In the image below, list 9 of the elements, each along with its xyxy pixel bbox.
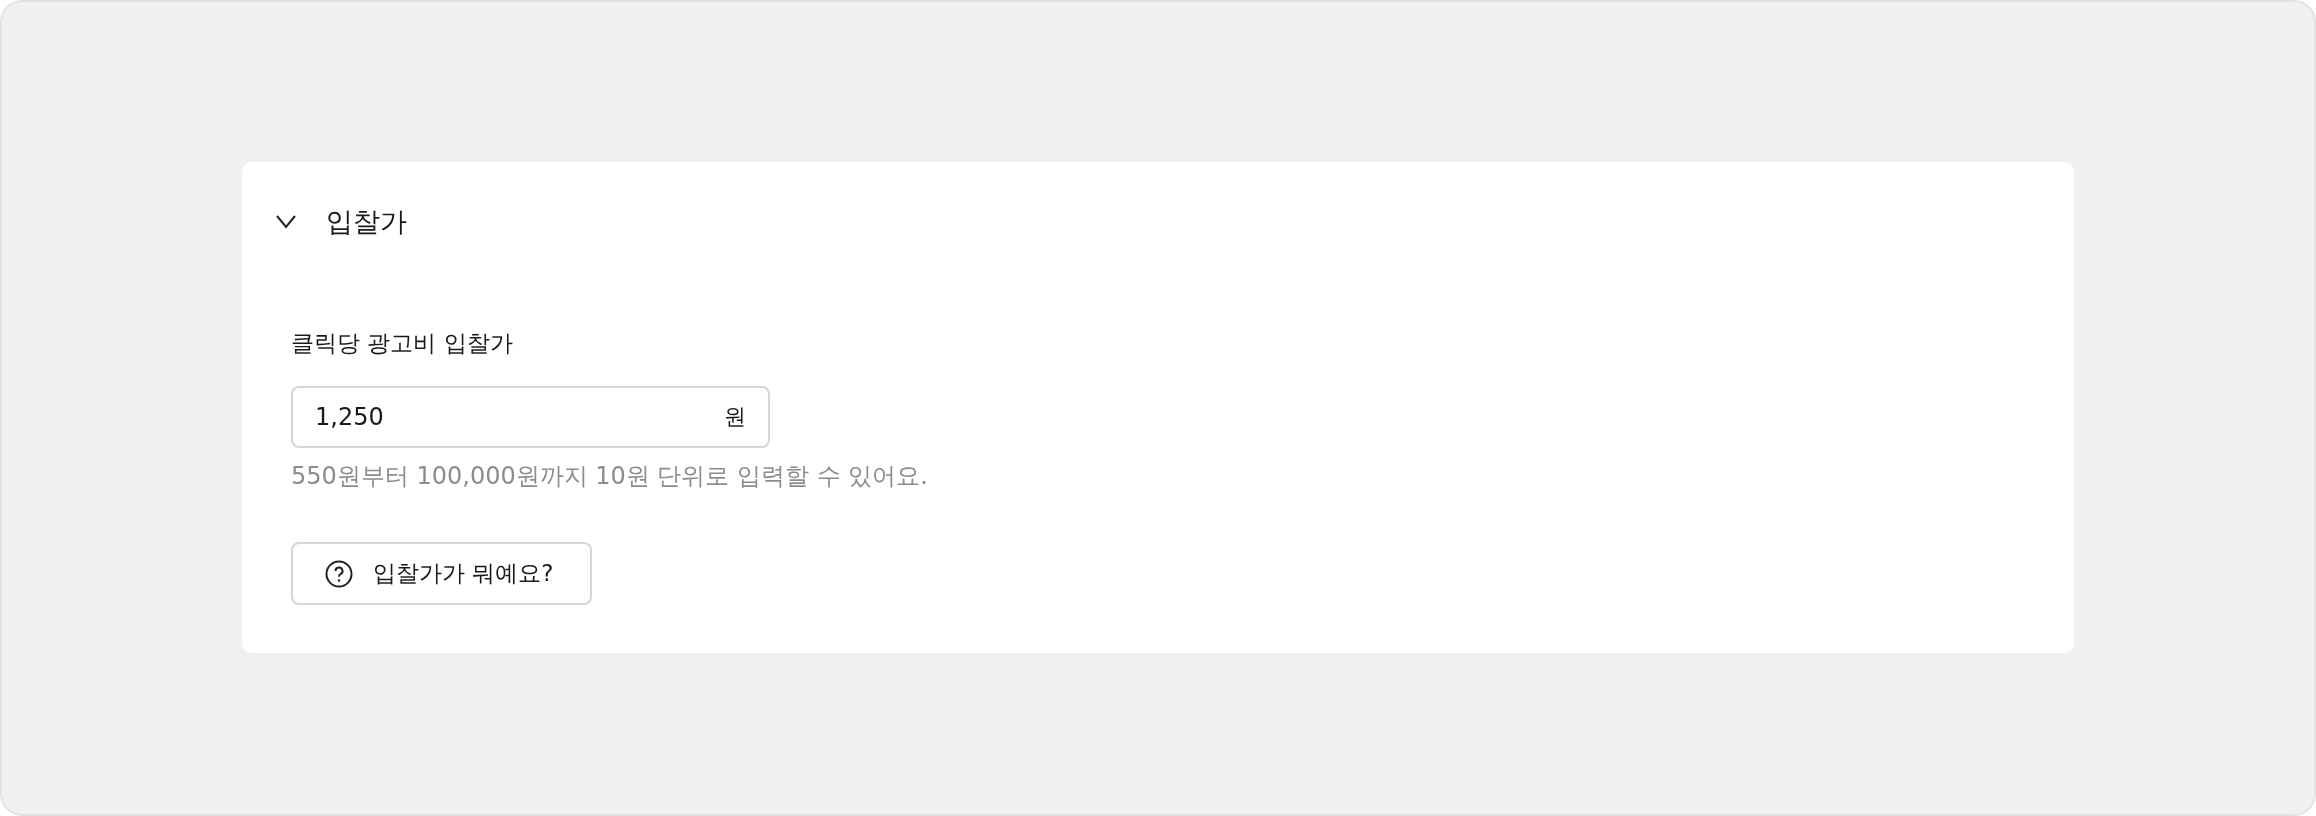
chevron-icon [276,215,296,229]
help-button[interactable]: 입찰가가 뭐예요? [291,542,592,605]
field-value: 1,250 [315,403,385,431]
bid-input-field[interactable]: 1,250 원 [291,386,770,448]
help-text: 550원부터 100,000원까지 10원 단위로 입력할 수 있어요. [291,461,929,492]
unit-label: 원 [724,403,746,431]
section-header[interactable]: 입찰가 [276,198,407,246]
question-icon [325,559,353,588]
field-label: 클릭당 광고비 입찰가 [291,329,514,358]
